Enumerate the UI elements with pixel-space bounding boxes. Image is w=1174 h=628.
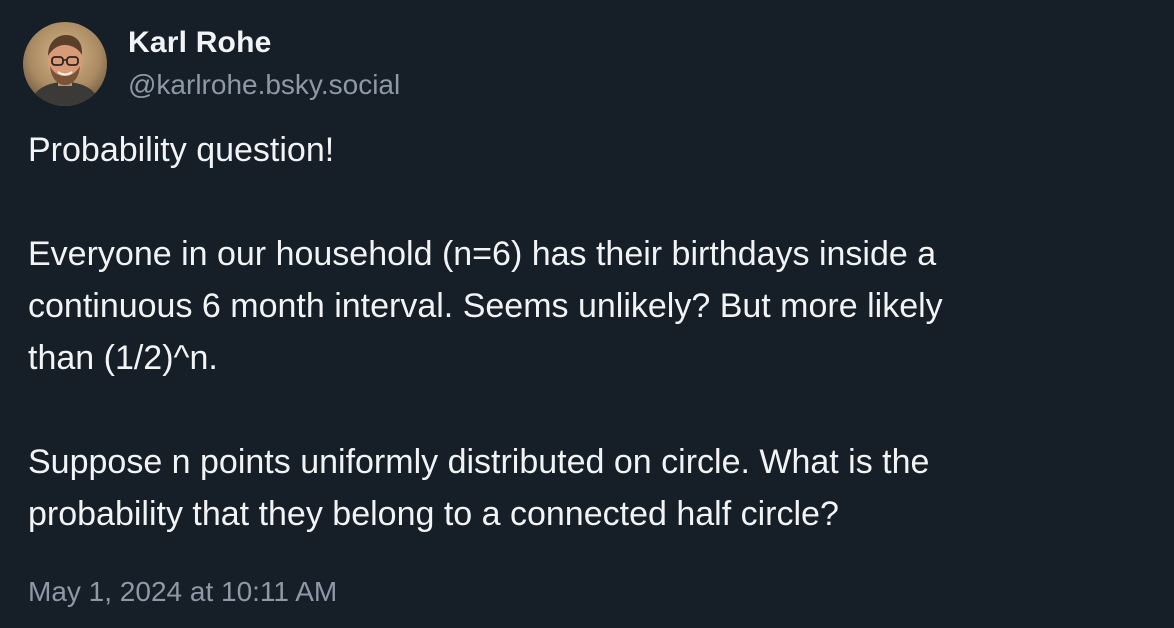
post-header: Karl Rohe @karlrohe.bsky.social (23, 22, 400, 106)
post-line: Suppose n points uniformly distributed o… (28, 443, 930, 481)
avatar[interactable] (23, 22, 107, 106)
post-paragraph-3: Suppose n points uniformly distributed o… (28, 436, 1148, 540)
post-paragraph-2: Everyone in our household (n=6) has thei… (28, 228, 1148, 384)
post-line: than (1/2)^n. (28, 339, 218, 377)
post-line: Probability question! (28, 131, 335, 169)
author-name[interactable]: Karl Rohe (128, 25, 400, 61)
post-line: probability that they belong to a connec… (28, 495, 839, 533)
post-card: Karl Rohe @karlrohe.bsky.social Probabil… (0, 0, 1174, 628)
post-text: Probability question! Everyone in our ho… (28, 124, 1148, 540)
author-handle[interactable]: @karlrohe.bsky.social (128, 67, 400, 103)
author-info[interactable]: Karl Rohe @karlrohe.bsky.social (128, 25, 400, 103)
post-timestamp[interactable]: May 1, 2024 at 10:11 AM (28, 574, 337, 610)
avatar-photo-icon (23, 22, 107, 106)
post-paragraph-1: Probability question! (28, 124, 1148, 176)
post-line: Everyone in our household (n=6) has thei… (28, 235, 937, 273)
post-line: continuous 6 month interval. Seems unlik… (28, 287, 943, 325)
